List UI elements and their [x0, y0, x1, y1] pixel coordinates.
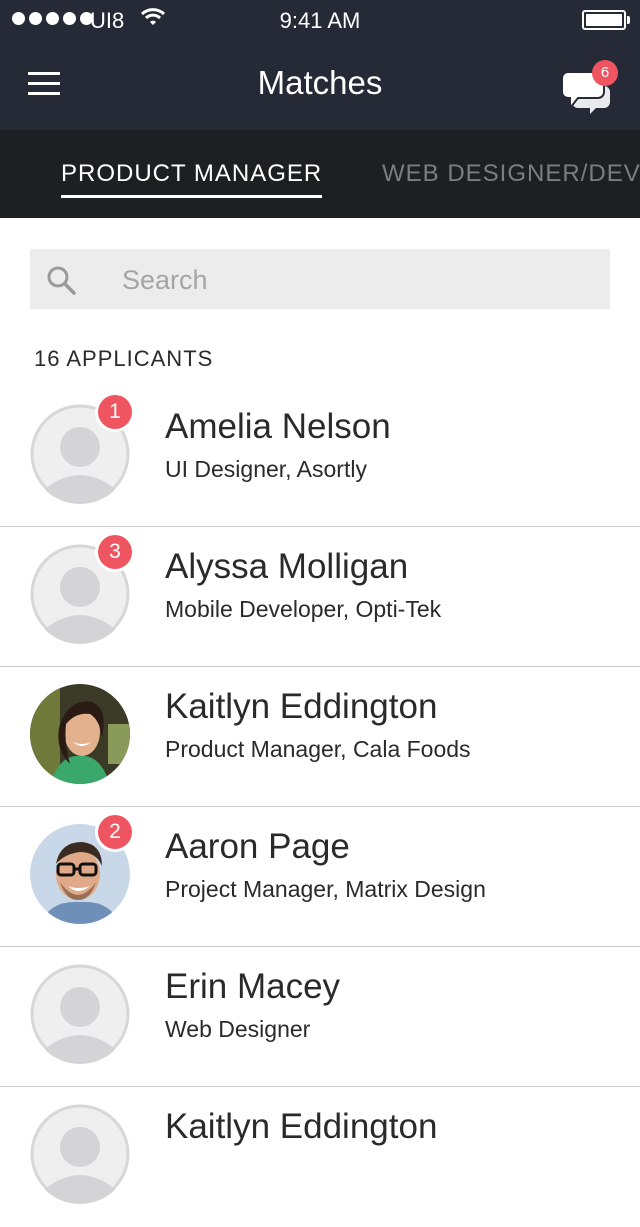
search-bar: [30, 249, 610, 311]
search-icon: [47, 266, 76, 295]
messages-badge: 6: [592, 60, 618, 86]
applicant-role: Web Designer: [165, 1016, 311, 1042]
applicant-name: Erin Macey: [165, 967, 341, 1006]
woman-photo-icon: [30, 684, 130, 784]
battery-icon: [582, 10, 630, 30]
notification-badge: 2: [98, 815, 132, 849]
list-item[interactable]: Erin Macey Web Designer: [0, 947, 640, 1087]
applicant-count: 16 APPLICANTS: [34, 346, 214, 371]
list-item[interactable]: 2 Aaron Page Project Manager, Matrix Des…: [0, 807, 640, 947]
list-item[interactable]: 1 Amelia Nelson UI Designer, Asortly: [0, 387, 640, 527]
status-time: 9:41 AM: [279, 8, 361, 33]
avatar: [30, 964, 130, 1064]
applicant-role: Mobile Developer, Opti-Tek: [165, 596, 442, 622]
applicant-role: Project Manager, Matrix Design: [165, 876, 486, 902]
page-title: Matches: [257, 64, 383, 101]
tab-web-designer[interactable]: WEB DESIGNER/DEVE: [382, 160, 640, 188]
list-item[interactable]: Kaitlyn Eddington: [0, 1087, 640, 1227]
person-placeholder-icon: [30, 1104, 130, 1204]
tab-product-manager[interactable]: PRODUCT MANAGER: [61, 160, 323, 198]
notification-badge: 3: [98, 535, 132, 569]
category-tabs: PRODUCT MANAGER WEB DESIGNER/DEVE: [0, 130, 640, 218]
status-bar: UI8 9:41 AM: [0, 0, 640, 40]
applicant-name: Amelia Nelson: [165, 407, 391, 446]
list-item[interactable]: Kaitlyn Eddington Product Manager, Cala …: [0, 667, 640, 807]
avatar: [30, 1104, 130, 1204]
applicant-name: Kaitlyn Eddington: [165, 687, 438, 726]
person-placeholder-icon: [30, 964, 130, 1064]
list-item[interactable]: 3 Alyssa Molligan Mobile Developer, Opti…: [0, 527, 640, 667]
search-input[interactable]: [120, 249, 604, 311]
applicant-name: Kaitlyn Eddington: [165, 1107, 438, 1146]
applicant-role: UI Designer, Asortly: [165, 456, 367, 482]
applicant-role: Product Manager, Cala Foods: [165, 736, 471, 762]
header-bar: UI8 9:41 AM Matches 6: [0, 0, 640, 130]
avatar-photo: [30, 684, 130, 784]
applicant-name: Aaron Page: [165, 827, 350, 866]
notification-badge: 1: [98, 395, 132, 429]
applicant-name: Alyssa Molligan: [165, 547, 409, 586]
